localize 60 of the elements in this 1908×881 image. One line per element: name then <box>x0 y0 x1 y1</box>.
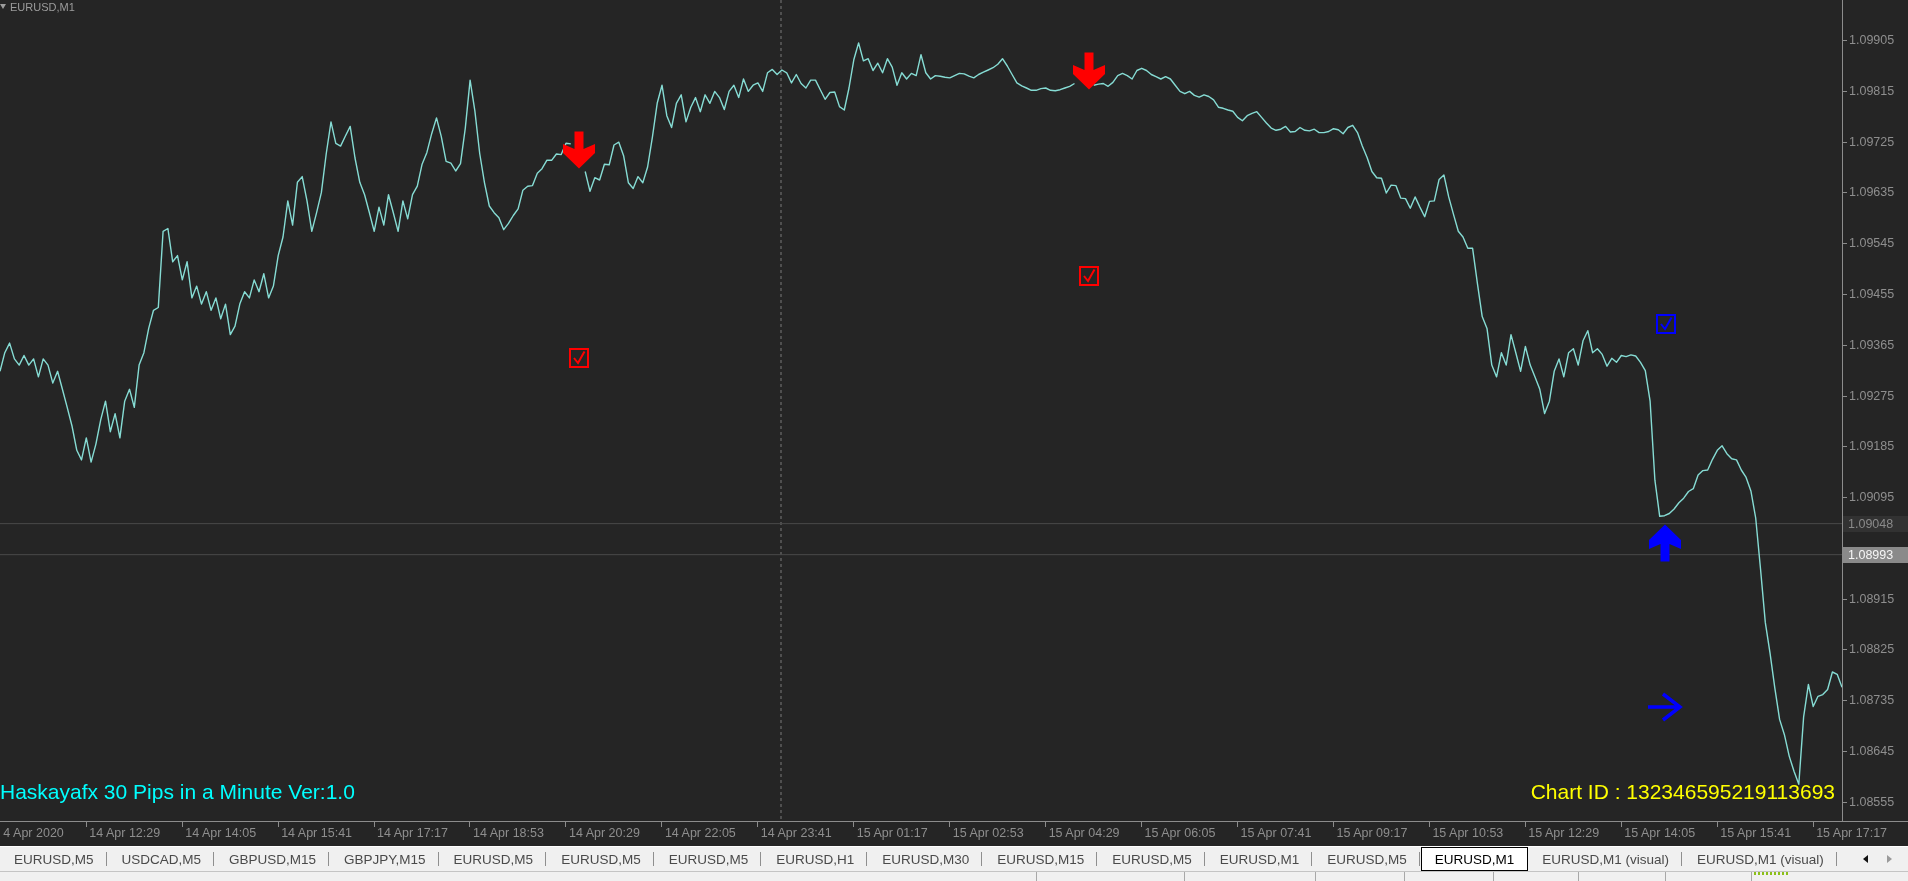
time-axis-label: 15 Apr 07:41 <box>1240 825 1312 841</box>
time-axis-label: 14 Apr 14:05 <box>185 825 257 841</box>
chart-tab[interactable]: EURUSD,M5 <box>547 847 655 871</box>
price-axis-label: 1.09275 <box>1849 387 1895 404</box>
chart-tab[interactable]: EURUSD,M1 (visual) <box>1528 847 1684 871</box>
price-axis-label: 1.08825 <box>1849 641 1895 658</box>
chart-tab[interactable]: USDCAD,M5 <box>107 847 216 871</box>
time-axis-label: 14 Apr 22:05 <box>664 825 736 841</box>
price-axis-label: 1.09455 <box>1849 285 1895 302</box>
chart-tab[interactable]: EURUSD,M30 <box>868 847 984 871</box>
chart-tab[interactable]: EURUSD,M1 <box>1420 847 1529 871</box>
price-axis-label: 1.09095 <box>1849 489 1895 506</box>
caret-right-icon <box>1886 855 1892 863</box>
price-axis-label: 1.08735 <box>1849 692 1895 709</box>
connection-status-icon <box>1754 872 1788 875</box>
chart-tab[interactable]: EURUSD,M5 <box>0 847 108 871</box>
price-axis-label: 1.09545 <box>1849 235 1895 252</box>
price-axis-label: 1.09185 <box>1849 438 1895 455</box>
chart-tab[interactable]: EURUSD,H1 <box>762 847 869 871</box>
time-axis-label: 14 Apr 17:17 <box>377 825 448 841</box>
time-axis-label: 4 Apr 2020 <box>3 825 64 841</box>
time-axis-label: 14 Apr 20:29 <box>568 825 640 841</box>
time-axis-label: 15 Apr 02:53 <box>952 825 1024 841</box>
caret-left-icon <box>1862 855 1868 863</box>
caret-down-icon <box>0 4 6 9</box>
price-axis-label: 1.09365 <box>1849 336 1895 353</box>
price-axis-label: 1.08555 <box>1849 793 1895 810</box>
chart-tab[interactable]: EURUSD,M5 <box>1098 847 1206 871</box>
price-axis-label: 1.09815 <box>1849 82 1895 99</box>
time-axis-label: 15 Apr 01:17 <box>856 825 928 841</box>
time-axis-label: 15 Apr 17:17 <box>1816 825 1888 841</box>
price-axis-label: 1.08645 <box>1849 743 1895 760</box>
price-axis-label: 1.08915 <box>1849 590 1895 607</box>
chart-id-label: Chart ID : 132346595219113693 <box>1530 780 1835 804</box>
chart-tab[interactable]: EURUSD,M1 (visual) <box>1683 847 1838 871</box>
price-axis-label: 1.09905 <box>1849 32 1895 49</box>
chart-tab[interactable]: EURUSD,M5 <box>1313 847 1421 871</box>
time-axis-label: 14 Apr 12:29 <box>89 825 161 841</box>
chart-tab[interactable]: EURUSD,M1 <box>1205 847 1314 871</box>
price-axis-label: 1.09635 <box>1849 184 1895 201</box>
chart-tab[interactable]: EURUSD,M15 <box>983 847 1099 871</box>
chart-tab[interactable]: EURUSD,M5 <box>439 847 548 871</box>
time-axis-label: 15 Apr 12:29 <box>1528 825 1600 841</box>
price-axis-label: 1.09725 <box>1849 133 1895 150</box>
price-tag: 1.08993 <box>1843 546 1908 563</box>
price-tag: 1.09048 <box>1843 515 1908 532</box>
time-axis-label: 15 Apr 14:05 <box>1624 825 1696 841</box>
indicator-name-label: Haskayafx 30 Pips in a Minute Ver:1.0 <box>0 780 355 804</box>
chart-tab[interactable]: GBPJPY,M15 <box>330 847 440 871</box>
chart-tab[interactable]: EURUSD,M5 <box>654 847 763 871</box>
time-axis-label: 15 Apr 04:29 <box>1048 825 1120 841</box>
time-axis-label: 15 Apr 15:41 <box>1720 825 1792 841</box>
time-axis-label: 15 Apr 06:05 <box>1144 825 1216 841</box>
time-axis-label: 14 Apr 15:41 <box>281 825 353 841</box>
chart-tab[interactable]: GBPUSD,M15 <box>215 847 331 871</box>
chart-title: EURUSD,M1 <box>10 0 75 14</box>
time-axis-label: 15 Apr 09:17 <box>1336 825 1408 841</box>
time-axis-label: 14 Apr 18:53 <box>473 825 544 841</box>
time-axis-label: 15 Apr 10:53 <box>1432 825 1504 841</box>
time-axis-label: 14 Apr 23:41 <box>760 825 832 841</box>
